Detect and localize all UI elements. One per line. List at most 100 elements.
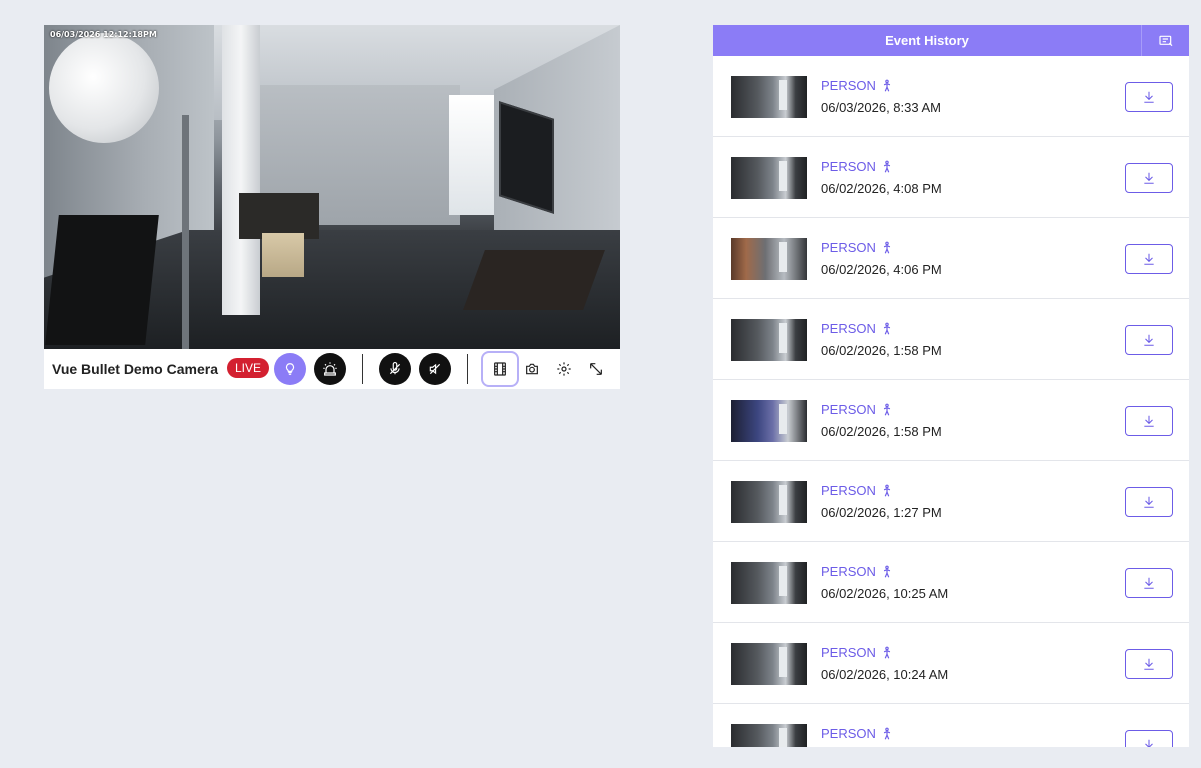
feed-pole <box>182 115 189 349</box>
feed-timestamp: 06/03/2026 12:12:18PM <box>50 30 157 39</box>
event-type-label: PERSON <box>821 321 876 336</box>
toolbar-divider <box>467 354 468 384</box>
feed-cabinet <box>45 215 159 345</box>
person-icon <box>883 322 891 334</box>
download-icon <box>1144 415 1154 427</box>
download-icon <box>1144 658 1154 670</box>
event-row[interactable]: PERSON 06/02/2026, 4:08 PM <box>713 137 1189 218</box>
event-type-label: PERSON <box>821 645 876 660</box>
event-type: PERSON <box>821 564 894 579</box>
expand-button[interactable] <box>582 355 610 383</box>
toolbar-divider <box>362 354 363 384</box>
download-icon <box>1144 91 1154 103</box>
mic-mute-button[interactable] <box>379 353 411 385</box>
filter-list-icon <box>1158 35 1172 46</box>
feed-window <box>449 95 494 215</box>
filter-button[interactable] <box>1142 25 1189 56</box>
event-history-panel: Event History PERSON 06/03/2026, 8:33 AM… <box>713 25 1189 747</box>
download-button[interactable] <box>1125 244 1173 274</box>
event-type-label: PERSON <box>821 402 876 417</box>
download-icon <box>1144 496 1154 508</box>
event-history-header: Event History <box>713 25 1189 56</box>
event-type: PERSON <box>821 402 894 417</box>
event-time: 06/02/2026, 1:58 PM <box>821 424 942 439</box>
feed-table <box>463 250 605 310</box>
film-icon <box>494 362 506 376</box>
download-button[interactable] <box>1125 325 1173 355</box>
event-type: PERSON <box>821 726 894 741</box>
download-button[interactable] <box>1125 568 1173 598</box>
event-type: PERSON <box>821 240 894 255</box>
person-icon <box>883 484 891 496</box>
event-row[interactable]: PERSON 06/02/2026, 1:27 PM <box>713 461 1189 542</box>
lightbulb-icon <box>285 363 295 375</box>
event-type-label: PERSON <box>821 564 876 579</box>
event-type-label: PERSON <box>821 159 876 174</box>
snapshot-button[interactable] <box>518 355 546 383</box>
event-time: 06/02/2026, 4:08 PM <box>821 181 942 196</box>
event-row[interactable]: PERSON 06/02/2026, 4:06 PM <box>713 218 1189 299</box>
download-icon <box>1144 577 1154 589</box>
person-icon <box>883 241 891 253</box>
person-icon <box>883 79 891 91</box>
feed-pillar <box>222 25 260 315</box>
download-icon <box>1144 172 1154 184</box>
event-type: PERSON <box>821 645 894 660</box>
download-button[interactable] <box>1125 649 1173 679</box>
event-time: 06/02/2026, 1:27 PM <box>821 505 942 520</box>
event-type: PERSON <box>821 78 894 93</box>
event-time: 06/02/2026, 10:24 AM <box>821 667 949 682</box>
event-type: PERSON <box>821 321 894 336</box>
event-thumbnail[interactable] <box>731 157 807 199</box>
event-row[interactable]: PERSON 06/02/2026, 10:24 AM <box>713 623 1189 704</box>
gear-icon <box>557 362 571 376</box>
event-row[interactable]: PERSON 06/03/2026, 8:33 AM <box>713 56 1189 137</box>
download-button[interactable] <box>1125 163 1173 193</box>
person-icon <box>883 403 891 415</box>
mic-off-icon <box>389 362 401 375</box>
download-button[interactable] <box>1125 82 1173 112</box>
camera-card: 06/03/2026 12:12:18PM Vue Bullet Demo Ca… <box>44 25 620 389</box>
download-icon <box>1144 334 1154 346</box>
speaker-mute-button[interactable] <box>419 353 451 385</box>
camera-live-feed[interactable]: 06/03/2026 12:12:18PM <box>44 25 620 349</box>
event-thumbnail[interactable] <box>731 319 807 361</box>
event-thumbnail[interactable] <box>731 238 807 280</box>
event-type: PERSON <box>821 159 894 174</box>
event-thumbnail[interactable] <box>731 562 807 604</box>
event-time: 06/03/2026, 8:33 AM <box>821 100 941 115</box>
recordings-button[interactable] <box>481 351 519 387</box>
event-type-label: PERSON <box>821 78 876 93</box>
event-row[interactable]: PERSON 06/02/2026, 10:25 AM <box>713 542 1189 623</box>
download-button[interactable] <box>1125 406 1173 436</box>
light-button[interactable] <box>274 353 306 385</box>
camera-toolbar: Vue Bullet Demo Camera LIVE <box>44 349 620 389</box>
event-type-label: PERSON <box>821 483 876 498</box>
feed-lamp <box>49 33 159 143</box>
expand-icon <box>590 363 602 375</box>
event-time: 06/02/2026, 1:58 PM <box>821 343 942 358</box>
event-row[interactable]: PERSON 06/02/2026, 1:58 PM <box>713 299 1189 380</box>
speaker-off-icon <box>429 363 441 375</box>
event-thumbnail[interactable] <box>731 643 807 685</box>
person-icon <box>883 646 891 658</box>
event-type: PERSON <box>821 483 894 498</box>
event-thumbnail[interactable] <box>731 76 807 118</box>
download-icon <box>1145 739 1153 747</box>
person-icon <box>883 160 891 172</box>
settings-button[interactable] <box>550 355 578 383</box>
event-row[interactable]: PERSON 06/02/2026, 1:58 PM <box>713 380 1189 461</box>
person-icon <box>883 727 891 739</box>
siren-button[interactable] <box>314 353 346 385</box>
event-thumbnail[interactable] <box>731 481 807 523</box>
event-history-title: Event History <box>885 33 969 48</box>
event-row[interactable]: PERSON <box>713 704 1189 747</box>
event-thumbnail[interactable] <box>731 400 807 442</box>
download-button[interactable] <box>1125 730 1173 747</box>
download-button[interactable] <box>1125 487 1173 517</box>
event-thumbnail[interactable] <box>731 724 807 747</box>
event-time: 06/02/2026, 4:06 PM <box>821 262 942 277</box>
person-icon <box>883 565 891 577</box>
feed-tv <box>499 101 554 214</box>
event-type-label: PERSON <box>821 240 876 255</box>
